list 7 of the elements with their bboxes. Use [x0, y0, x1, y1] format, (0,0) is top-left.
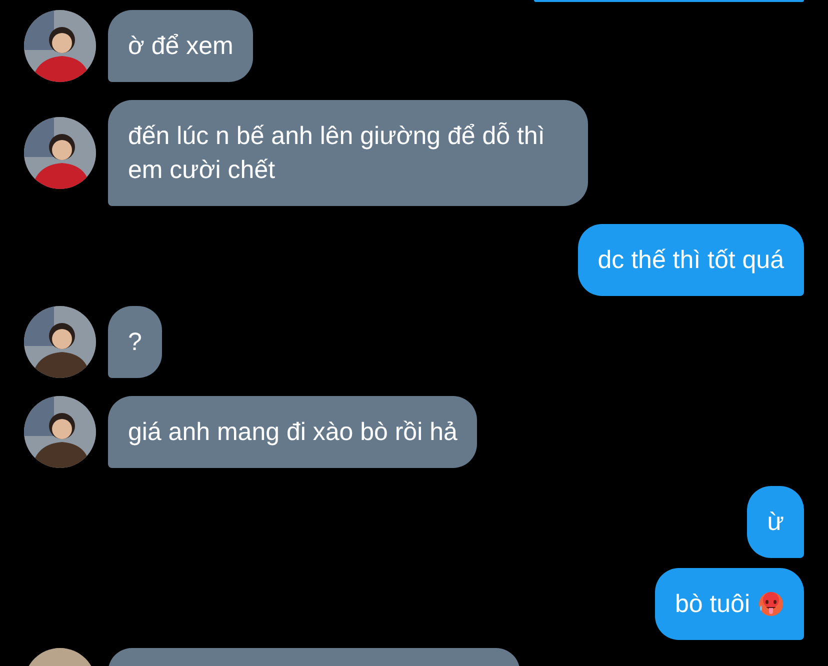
message-bubble: đến lúc n bế anh lên giường để dỗ thì em cười chết — [108, 100, 588, 206]
message-bubble: ? — [108, 306, 162, 378]
message-bubble: ừ — [747, 486, 804, 558]
message-bubble: giá anh mang đi xào bò rồi hả — [108, 396, 478, 468]
message-bubble: dc thế thì tốt quá — [578, 224, 804, 296]
message-text: bò tuôi — [674, 589, 750, 620]
message-bubble: ờ để xem — [108, 10, 254, 82]
